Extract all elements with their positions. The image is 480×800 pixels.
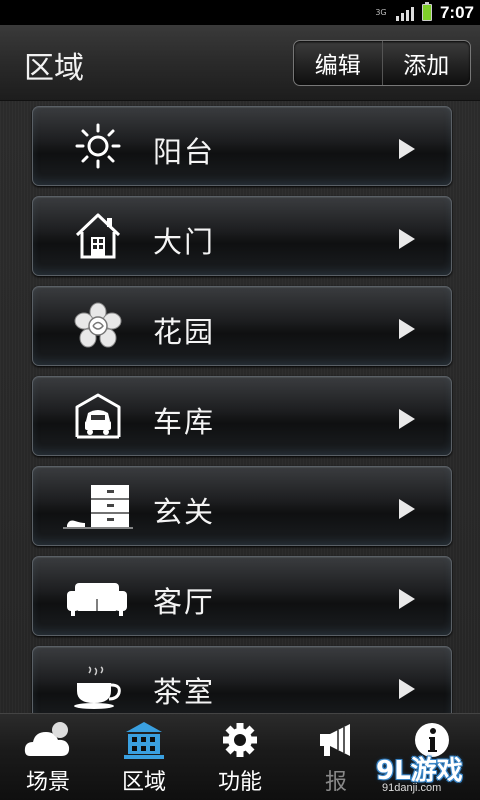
nav-label: 场景 (25, 770, 70, 795)
watermark-url: 91danji.com (382, 782, 442, 794)
cloud-icon (24, 720, 72, 760)
chevron-right-icon (399, 679, 415, 699)
gear-icon (216, 720, 264, 760)
chevron-right-icon (399, 139, 415, 159)
nav-item-functions[interactable]: 功能 (192, 714, 288, 800)
battery-icon (421, 2, 432, 21)
status-bar: 3G 7:07 (0, 0, 480, 25)
area-label: 茶室 (153, 675, 216, 709)
area-item-balcony[interactable]: 阳台 (32, 106, 452, 186)
nav-item-areas[interactable]: 区域 (96, 714, 192, 800)
add-button[interactable]: 添加 (381, 41, 471, 85)
area-item-gate[interactable]: 大门 (32, 196, 452, 276)
area-item-garden[interactable]: 花园 (32, 286, 452, 366)
header: 区域 编辑 添加 (0, 25, 480, 101)
nav-item-scenes[interactable]: 场景 (0, 714, 96, 800)
area-label: 阳台 (153, 135, 216, 169)
teacup-icon (71, 661, 125, 711)
sofa-icon (65, 571, 129, 621)
nav-label: 功能 (217, 770, 262, 795)
area-label: 大门 (153, 225, 216, 259)
area-item-garage[interactable]: 车库 (32, 376, 452, 456)
nav-label: 区域 (121, 770, 166, 795)
cabinet-icon (63, 481, 133, 531)
area-label: 玄关 (153, 495, 216, 529)
garage-icon (71, 391, 125, 441)
area-item-entrance[interactable]: 玄关 (32, 466, 452, 546)
network-type: 3G (375, 7, 387, 17)
page-title: 区域 (24, 51, 84, 86)
chevron-right-icon (399, 589, 415, 609)
building-icon (120, 720, 168, 760)
area-label: 车库 (153, 405, 216, 439)
chevron-right-icon (399, 499, 415, 519)
area-label: 客厅 (153, 585, 216, 619)
edit-button[interactable]: 编辑 (294, 41, 382, 85)
megaphone-icon (312, 720, 360, 760)
flower-icon (71, 301, 125, 351)
area-item-living-room[interactable]: 客厅 (32, 556, 452, 636)
house-icon (71, 211, 125, 261)
chevron-right-icon (399, 409, 415, 429)
nav-label: 报 (324, 770, 347, 795)
chevron-right-icon (399, 229, 415, 249)
status-time: 7:07 (439, 2, 474, 22)
sun-icon (71, 121, 125, 171)
nav-item-report[interactable]: 报 (288, 714, 384, 800)
area-label: 花园 (153, 315, 216, 349)
header-button-group: 编辑 添加 (293, 40, 471, 86)
watermark: 9L游戏 91danji.com (376, 750, 474, 798)
signal-icon (395, 5, 414, 21)
chevron-right-icon (399, 319, 415, 339)
